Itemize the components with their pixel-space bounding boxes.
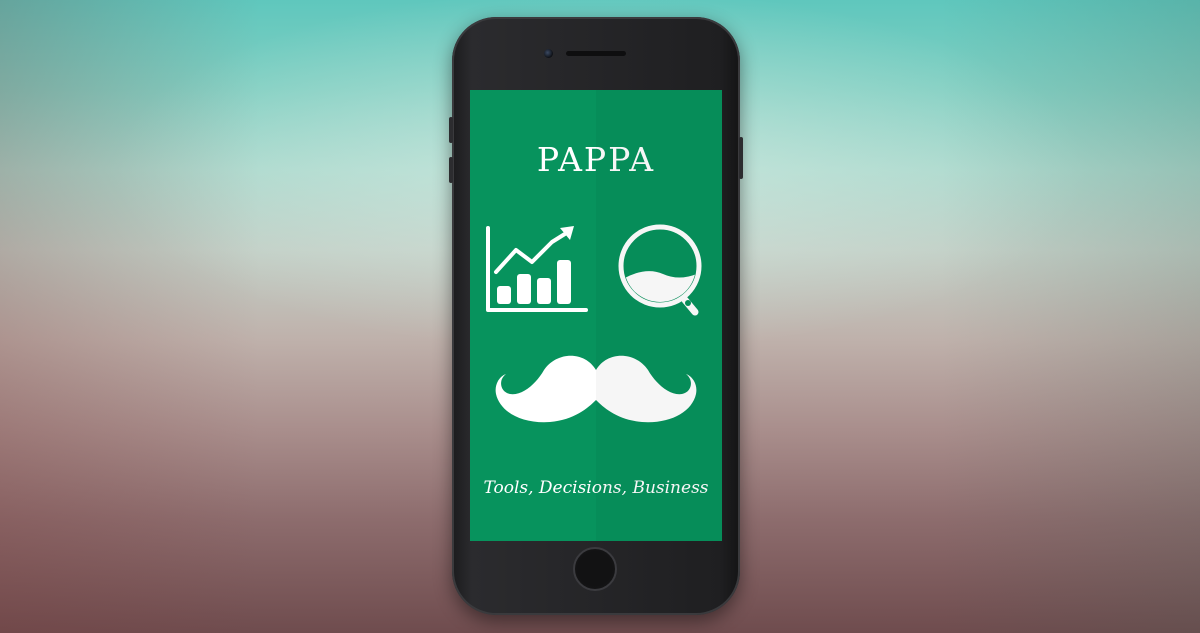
volume-down-button	[449, 157, 453, 183]
smartphone-device: PAPPA Tools, Decisions, Business	[449, 17, 743, 615]
app-title: PAPPA	[536, 140, 656, 179]
app-tagline: Tools, Decisions, Business	[483, 478, 709, 498]
magnifier-icon	[618, 224, 702, 316]
mustache-icon	[495, 355, 697, 423]
power-button	[739, 137, 743, 179]
front-camera	[544, 49, 553, 58]
bar-chart-growth-icon	[486, 226, 588, 312]
home-button[interactable]	[573, 547, 617, 591]
volume-up-button	[449, 117, 453, 143]
app-splash-screen: PAPPA Tools, Decisions, Business	[470, 90, 722, 541]
earpiece-speaker	[566, 51, 626, 56]
